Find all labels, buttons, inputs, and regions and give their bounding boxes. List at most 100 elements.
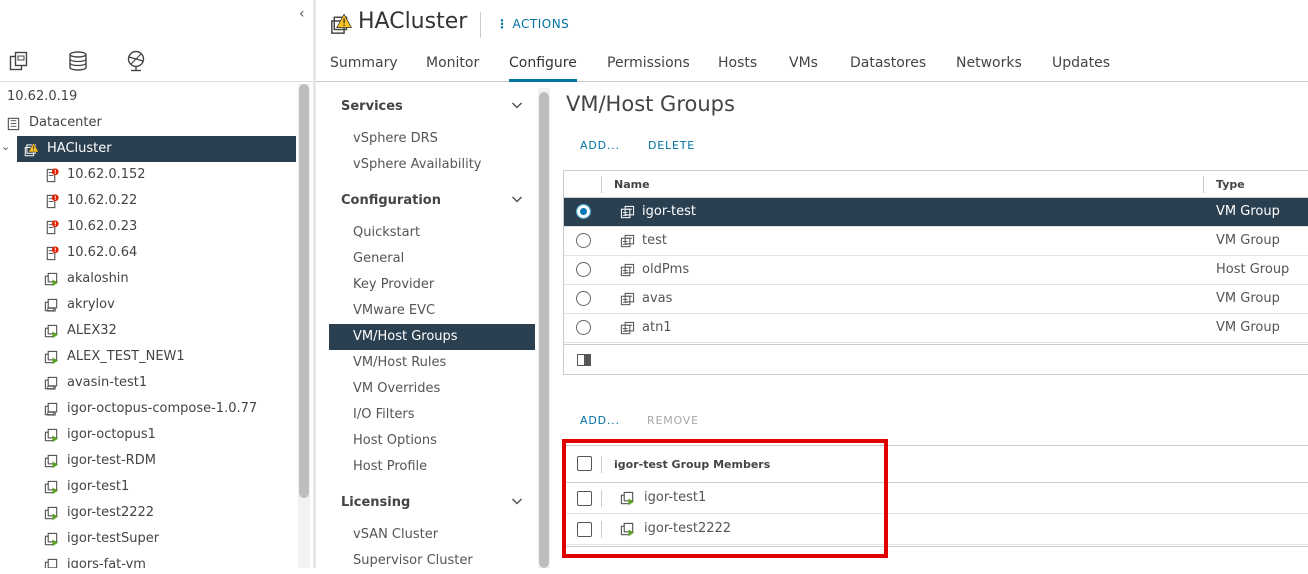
tree-item[interactable]: igor-octopus1 xyxy=(0,422,296,448)
vm-on-icon xyxy=(44,506,59,521)
menu-item[interactable]: VM/Host Groups xyxy=(329,324,535,350)
column-header-type[interactable]: Type xyxy=(1216,178,1245,191)
collapse-navigator-icon[interactable]: ‹ xyxy=(299,6,311,24)
hosts-clusters-icon[interactable] xyxy=(8,50,34,76)
menu-item-label: Supervisor Cluster xyxy=(353,553,473,568)
row-radio[interactable] xyxy=(576,233,591,248)
menu-item-label: VM/Host Groups xyxy=(353,329,458,344)
tree-item[interactable]: igors-fat-vm xyxy=(0,552,296,568)
menu-section-services[interactable]: Services xyxy=(329,94,535,120)
group-name: test xyxy=(642,233,667,248)
navigator-tabs xyxy=(0,40,313,82)
tree-item-label: ALEX32 xyxy=(67,323,117,338)
delete-group-button[interactable]: DELETE xyxy=(648,139,695,152)
menu-item[interactable]: VMware EVC xyxy=(329,298,535,324)
tree-item[interactable]: igor-testSuper xyxy=(0,526,296,552)
tree-item[interactable]: ALEX32 xyxy=(0,318,296,344)
group-name: avas xyxy=(642,291,673,306)
tab-updates[interactable]: Updates xyxy=(1052,55,1110,79)
vm-group-icon xyxy=(620,234,635,249)
add-member-button[interactable]: ADD... xyxy=(580,414,620,427)
menu-item[interactable]: Quickstart xyxy=(329,220,535,246)
storage-icon[interactable] xyxy=(67,50,93,76)
row-radio[interactable] xyxy=(576,204,591,219)
menu-item[interactable]: VM/Host Rules xyxy=(329,350,535,376)
tree-item[interactable]: igor-test2222 xyxy=(0,500,296,526)
row-radio[interactable] xyxy=(576,291,591,306)
actions-button[interactable]: ⋮ ACTIONS xyxy=(496,17,569,31)
tree-item[interactable]: 10.62.0.152 xyxy=(0,162,296,188)
vm-off-icon xyxy=(44,376,59,391)
tree-item-label: 10.62.0.152 xyxy=(67,167,146,182)
menu-section-licensing[interactable]: Licensing xyxy=(329,490,535,516)
add-group-button[interactable]: ADD... xyxy=(580,139,620,152)
tab-permissions[interactable]: Permissions xyxy=(607,55,690,79)
select-all-checkbox[interactable] xyxy=(577,456,592,471)
menu-item[interactable]: Key Provider xyxy=(329,272,535,298)
tree-item[interactable]: 10.62.0.22 xyxy=(0,188,296,214)
table-row[interactable]: igor-test VM Group xyxy=(564,198,1308,227)
tab-configure[interactable]: Configure xyxy=(509,55,577,82)
table-row[interactable]: atn1 VM Group xyxy=(564,314,1308,343)
column-toggle-icon[interactable] xyxy=(577,354,591,366)
tree-item-label: igor-testSuper xyxy=(67,531,160,546)
menu-item[interactable]: Host Profile xyxy=(329,454,535,480)
tree-item[interactable]: ⌄ HACluster xyxy=(1,136,296,162)
networking-icon[interactable] xyxy=(125,50,151,76)
tree-item[interactable]: igor-test-RDM xyxy=(0,448,296,474)
menu-item-label: vSphere Availability xyxy=(353,157,482,172)
tree-item[interactable]: 10.62.0.19 xyxy=(0,84,296,110)
tree-item[interactable]: ALEX_TEST_NEW1 xyxy=(0,344,296,370)
configure-menu-scrollbar-thumb[interactable] xyxy=(539,92,549,568)
vm-on-icon xyxy=(44,272,59,287)
tree-item[interactable]: akrylov xyxy=(0,292,296,318)
tab-monitor[interactable]: Monitor xyxy=(426,55,479,79)
menu-item[interactable]: VM Overrides xyxy=(329,376,535,402)
menu-item[interactable]: vSAN Cluster xyxy=(329,522,535,548)
tab-networks[interactable]: Networks xyxy=(956,55,1022,79)
table-row[interactable]: oldPms Host Group xyxy=(564,256,1308,285)
remove-member-button[interactable]: REMOVE xyxy=(647,414,699,427)
menu-item[interactable]: Supervisor Cluster xyxy=(329,548,535,574)
tree-scrollbar-thumb[interactable] xyxy=(299,84,309,498)
tree-item[interactable]: avasin-test1 xyxy=(0,370,296,396)
column-header-name[interactable]: Name xyxy=(614,178,650,191)
menu-item[interactable]: vSphere DRS xyxy=(329,126,535,152)
tree-item[interactable]: igor-octopus-compose-1.0.77 xyxy=(0,396,296,422)
tree-item[interactable]: akaloshin xyxy=(0,266,296,292)
panel-splitter[interactable] xyxy=(313,0,316,568)
tab-summary[interactable]: Summary xyxy=(330,55,398,79)
tree-item[interactable]: 10.62.0.23 xyxy=(0,214,296,240)
page-title: HACluster xyxy=(358,9,468,34)
tab-hosts[interactable]: Hosts xyxy=(718,55,757,79)
menu-item[interactable]: vSphere Availability xyxy=(329,152,535,178)
vm-on-icon xyxy=(44,350,59,365)
row-radio[interactable] xyxy=(576,320,591,335)
row-radio[interactable] xyxy=(576,262,591,277)
vm-group-icon xyxy=(620,292,635,307)
table-row[interactable]: avas VM Group xyxy=(564,285,1308,314)
tree-item-label: igor-test-RDM xyxy=(67,453,156,468)
tree-scrollbar[interactable] xyxy=(298,84,310,568)
group-type: VM Group xyxy=(1216,291,1280,306)
tab-vms[interactable]: VMs xyxy=(789,55,818,79)
menu-item[interactable]: I/O Filters xyxy=(329,402,535,428)
vm-on-icon xyxy=(44,428,59,443)
tree-item[interactable]: igor-test1 xyxy=(0,474,296,500)
configure-menu-scrollbar[interactable] xyxy=(538,88,550,568)
row-checkbox[interactable] xyxy=(577,522,592,537)
tree-item[interactable]: 10.62.0.64 xyxy=(0,240,296,266)
table-row[interactable]: test VM Group xyxy=(564,227,1308,256)
section-title: VM/Host Groups xyxy=(566,92,735,116)
row-checkbox[interactable] xyxy=(577,491,592,506)
table-header: Name Type xyxy=(564,171,1308,198)
tree-item[interactable]: Datacenter xyxy=(0,110,296,136)
menu-section-configuration[interactable]: Configuration xyxy=(329,188,535,214)
column-divider xyxy=(601,456,602,473)
tab-datastores[interactable]: Datastores xyxy=(850,55,926,79)
menu-item[interactable]: Host Options xyxy=(329,428,535,454)
menu-item[interactable]: General xyxy=(329,246,535,272)
chevron-down-icon[interactable]: ⌄ xyxy=(1,140,10,153)
table-row[interactable]: igor-test2222 xyxy=(564,514,1308,545)
table-row[interactable]: igor-test1 xyxy=(564,483,1308,514)
